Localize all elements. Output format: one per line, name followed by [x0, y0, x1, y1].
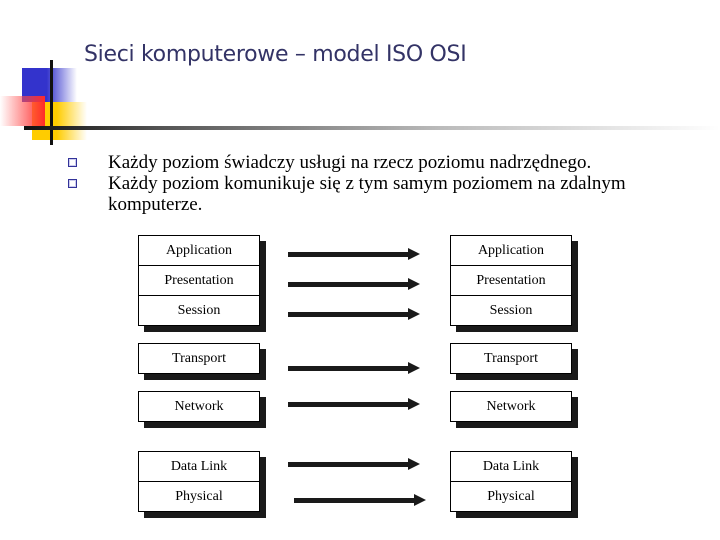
decorative-vertical-line — [50, 60, 53, 145]
layer-data-link: Data Link — [170, 459, 228, 474]
left-upper-layers-box: Application Presentation Session — [138, 235, 260, 326]
arrow-right-icon — [408, 362, 420, 374]
left-network-box: Network — [138, 391, 260, 422]
arrow-right-icon — [408, 278, 420, 290]
arrow-right-icon — [408, 458, 420, 470]
bullet-text: Każdy poziom świadczy usługi na rzecz po… — [108, 152, 592, 173]
layer-application: Application — [165, 243, 233, 258]
right-network-box: Network — [450, 391, 572, 422]
bullet-list: Każdy poziom świadczy usługi na rzecz po… — [68, 152, 688, 215]
arrow-right-icon — [414, 494, 426, 506]
layer-transport: Transport — [172, 351, 226, 366]
arrow-right-icon — [408, 398, 420, 410]
left-transport-box: Transport — [138, 343, 260, 374]
bullet-item: Każdy poziom komunikuje się z tym samym … — [68, 173, 688, 215]
layer-presentation: Presentation — [139, 265, 259, 295]
title-underline-rule — [24, 126, 720, 130]
layer-physical: Physical — [451, 481, 571, 511]
layer-network: Network — [486, 399, 536, 414]
layer-network: Network — [174, 399, 224, 414]
right-upper-layers-box: Application Presentation Session — [450, 235, 572, 326]
layer-session: Session — [139, 295, 259, 325]
arrow-right-icon — [408, 248, 420, 260]
layer-transport: Transport — [484, 351, 538, 366]
layer-application: Application — [477, 243, 545, 258]
hollow-square-bullet-icon — [68, 179, 77, 188]
decorative-red-square — [0, 96, 45, 126]
hollow-square-bullet-icon — [68, 158, 77, 167]
right-lower-layers-box: Data Link Physical — [450, 451, 572, 512]
layer-physical: Physical — [139, 481, 259, 511]
bullet-item: Każdy poziom świadczy usługi na rzecz po… — [68, 152, 688, 173]
arrow-right-icon — [408, 308, 420, 320]
right-transport-box: Transport — [450, 343, 572, 374]
layer-data-link: Data Link — [482, 459, 540, 474]
left-lower-layers-box: Data Link Physical — [138, 451, 260, 512]
slide-title: Sieci komputerowe – model ISO OSI — [84, 42, 467, 67]
layer-session: Session — [451, 295, 571, 325]
bullet-text: Każdy poziom komunikuje się z tym samym … — [108, 173, 626, 215]
layer-presentation: Presentation — [451, 265, 571, 295]
